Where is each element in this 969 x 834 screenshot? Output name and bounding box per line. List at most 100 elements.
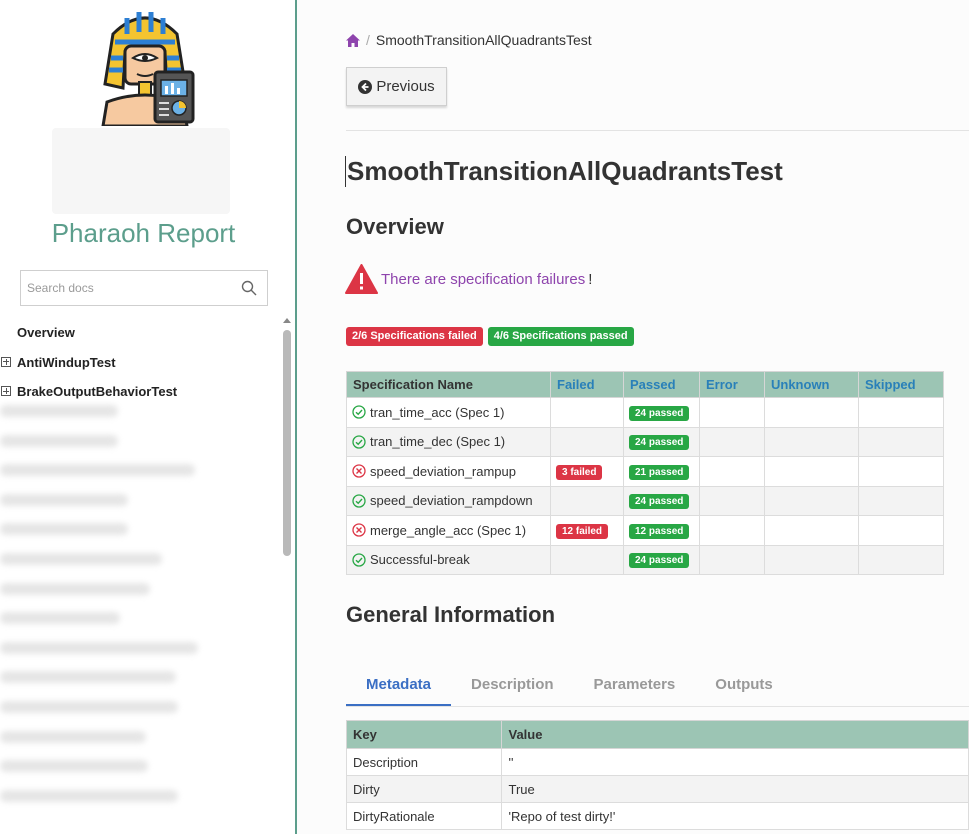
column-header-name: Specification Name (346, 371, 551, 398)
blurred-item (0, 671, 176, 684)
error-cell (699, 456, 765, 487)
skipped-cell (858, 426, 944, 457)
column-header-error[interactable]: Error (699, 371, 765, 398)
spec-name[interactable]: speed_deviation_rampup (370, 464, 516, 479)
skipped-cell (858, 515, 944, 546)
x-circle-icon (352, 523, 366, 537)
arrow-circle-left-icon (358, 79, 373, 94)
blurred-item (0, 641, 198, 654)
general-info-heading: General Information (346, 602, 556, 627)
sidebar-scrollbar[interactable] (281, 316, 293, 834)
error-cell (699, 397, 765, 428)
tab-description[interactable]: Description (451, 666, 574, 706)
failed-cell: 12 failed (550, 515, 624, 546)
table-header-row: Specification Name Failed Passed Error U… (346, 371, 944, 398)
failed-cell (550, 397, 624, 428)
passed-cell: 24 passed (623, 426, 700, 457)
breadcrumb-separator: / (366, 32, 370, 48)
spec-name[interactable]: merge_angle_acc (Spec 1) (370, 523, 526, 538)
blurred-item (0, 552, 162, 565)
main-content: / SmoothTransitionAllQuadrantsTest Previ… (299, 0, 969, 834)
unknown-cell (764, 397, 859, 428)
error-cell (699, 515, 765, 546)
column-header-value: Value (501, 720, 969, 749)
passed-count-badge: 24 passed (629, 405, 690, 421)
blurred-item (0, 730, 146, 743)
spec-name-cell: tran_time_dec (Spec 1) (346, 426, 551, 457)
blurred-item (0, 612, 120, 625)
check-circle-icon (352, 405, 366, 419)
tab-outputs[interactable]: Outputs (695, 666, 793, 706)
blurred-item (0, 464, 195, 477)
passed-count-badge: 24 passed (629, 494, 690, 510)
sidebar-item-overview[interactable]: Overview (0, 318, 280, 348)
scroll-up-icon[interactable] (283, 318, 291, 323)
column-header-key: Key (345, 720, 503, 749)
sidebar-item-label: AntiWindupTest (17, 354, 116, 370)
failed-cell (550, 485, 624, 516)
column-header-failed[interactable]: Failed (550, 371, 624, 398)
home-icon[interactable] (346, 33, 360, 47)
x-circle-icon (352, 464, 366, 478)
previous-button[interactable]: Previous (346, 67, 447, 106)
unknown-cell (764, 426, 859, 457)
spec-name-cell: speed_deviation_rampup (346, 456, 551, 487)
info-tabs: Metadata Description Parameters Outputs (346, 666, 969, 707)
spec-name[interactable]: Successful-break (370, 552, 470, 567)
meta-key: Dirty (345, 775, 503, 803)
logo-placeholder (52, 128, 230, 214)
blurred-item (0, 434, 118, 447)
passed-cell: 12 passed (623, 515, 700, 546)
skipped-cell (858, 485, 944, 516)
check-circle-icon (352, 494, 366, 508)
table-row: speed_deviation_rampup 3 failed 21 passed (346, 456, 944, 487)
expand-icon[interactable] (1, 386, 11, 396)
skipped-cell (858, 456, 944, 487)
table-row: tran_time_acc (Spec 1) 24 passed (346, 397, 944, 428)
passed-cell: 24 passed (623, 544, 700, 575)
meta-key: DirtyRationale (345, 802, 503, 830)
divider (346, 130, 969, 131)
table-row: Successful-break 24 passed (346, 544, 944, 575)
column-header-skipped[interactable]: Skipped (858, 371, 944, 398)
search-box (20, 270, 268, 306)
search-input[interactable] (21, 271, 221, 305)
sidebar-item-antiwinduptest[interactable]: AntiWindupTest (0, 348, 280, 378)
metadata-table: Key Value Description '' Dirty True DirtyRat… (345, 720, 969, 830)
search-icon[interactable] (241, 280, 257, 296)
scrollbar-thumb[interactable] (283, 330, 291, 556)
passed-cell: 24 passed (623, 397, 700, 428)
passed-count-badge: 21 passed (629, 464, 690, 480)
spec-name[interactable]: tran_time_dec (Spec 1) (370, 434, 505, 449)
specification-table: Specification Name Failed Passed Error U… (346, 371, 944, 575)
sidebar: Pharaoh Report Overview AntiWindupTest B… (0, 0, 297, 834)
spec-name-cell: speed_deviation_rampdown (346, 485, 551, 516)
sidebar-nav: Overview AntiWindupTest BrakeOutputBehav… (0, 318, 280, 407)
skipped-cell (858, 397, 944, 428)
column-header-passed[interactable]: Passed (623, 371, 700, 398)
table-row: Description '' (345, 748, 969, 776)
unknown-cell (764, 456, 859, 487)
tab-metadata[interactable]: Metadata (346, 666, 452, 706)
blurred-item (0, 405, 118, 417)
failed-count-badge: 3 failed (556, 464, 603, 480)
blurred-item (0, 523, 128, 536)
spec-name[interactable]: tran_time_acc (Spec 1) (370, 405, 504, 420)
table-row: DirtyRationale 'Repo of test dirty!' (345, 802, 969, 830)
failed-count-badge: 12 failed (556, 523, 609, 539)
sidebar-item-label: Overview (17, 325, 75, 340)
failed-cell (550, 426, 624, 457)
tab-parameters[interactable]: Parameters (574, 666, 696, 706)
spec-name[interactable]: speed_deviation_rampdown (370, 493, 533, 508)
sidebar-item-brakeoutputbehaviortest[interactable]: BrakeOutputBehaviorTest (0, 377, 280, 407)
error-cell (699, 426, 765, 457)
expand-icon[interactable] (1, 356, 11, 367)
blurred-item (0, 700, 178, 713)
brand-title[interactable]: Pharaoh Report (0, 218, 287, 249)
passed-count-badge: 24 passed (629, 435, 690, 451)
blurred-item (0, 493, 128, 506)
column-header-unknown[interactable]: Unknown (764, 371, 859, 398)
table-row: merge_angle_acc (Spec 1) 12 failed 12 pass… (346, 515, 944, 546)
warning-triangle-icon (345, 264, 378, 294)
passed-count-badge: 24 passed (629, 553, 690, 569)
